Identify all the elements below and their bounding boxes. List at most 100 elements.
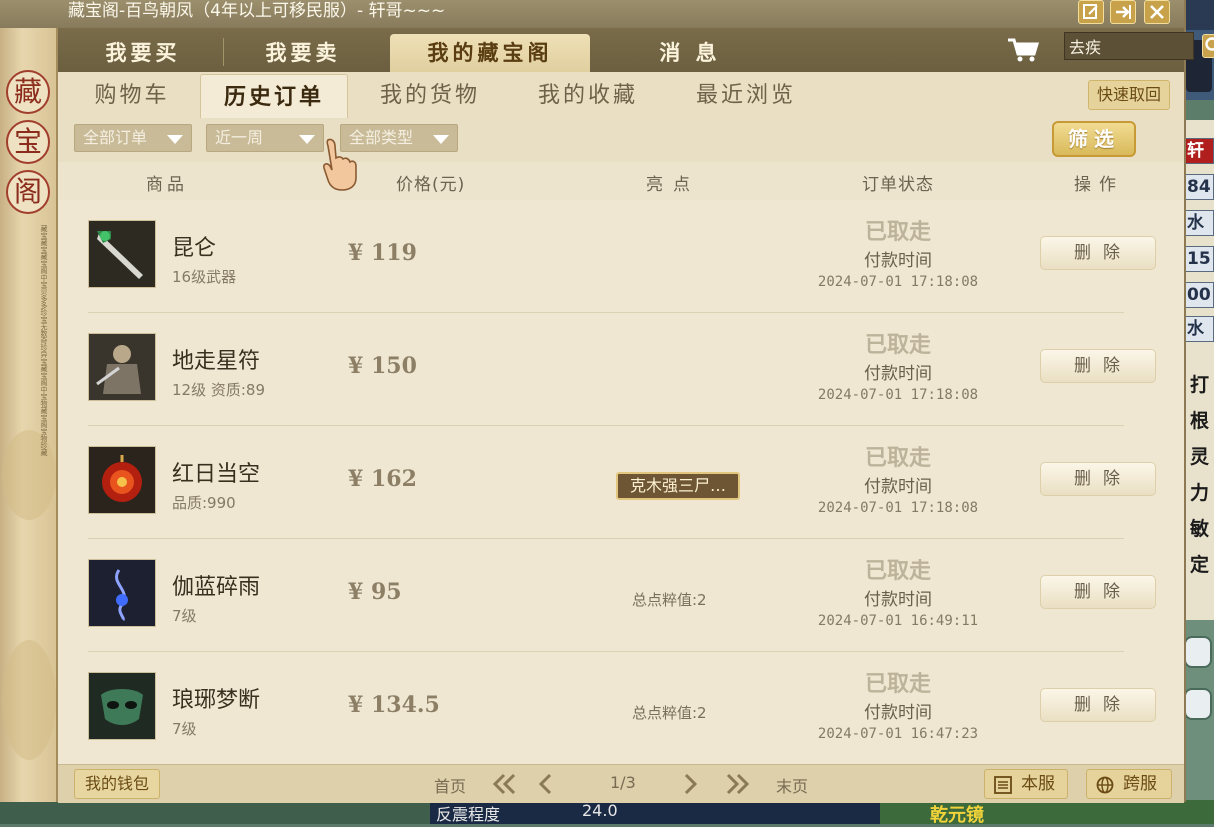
column-header-action: 操作 xyxy=(1074,170,1124,195)
game-stat-chip: 水 xyxy=(1184,316,1214,342)
game-attr-label: 反震程度 xyxy=(436,801,500,825)
column-header-highlight: 亮点 xyxy=(646,170,700,195)
side-char: 阁 xyxy=(6,170,50,214)
game-stat-chip: 84 xyxy=(1184,174,1214,200)
last-page-link[interactable]: 末页 xyxy=(776,773,808,797)
filter-button[interactable]: 筛选 xyxy=(1052,121,1136,157)
side-decoration xyxy=(2,640,56,760)
exit-icon[interactable] xyxy=(1110,0,1136,24)
paid-time-value: 2024-07-01 17:18:08 xyxy=(798,387,998,403)
game-vertical-char: 灵 xyxy=(1190,442,1209,469)
item-thumbnail-sun[interactable] xyxy=(88,446,156,514)
tab-divider xyxy=(223,38,224,66)
my-wallet-button[interactable]: 我的钱包 xyxy=(74,769,160,799)
table-row: 昆仑 16级武器 ¥ 119 已取走 付款时间 2024-07-01 17:18… xyxy=(58,200,1184,313)
paid-time-label: 付款时间 xyxy=(818,585,978,610)
footer-bar: 我的钱包 首页 1/3 末页 本服 跨服 xyxy=(58,764,1184,803)
game-stat-chip: 轩 xyxy=(1184,138,1214,164)
delete-button[interactable]: 删除 xyxy=(1040,236,1156,270)
chevron-down-icon xyxy=(433,135,449,144)
game-vertical-char: 敏 xyxy=(1190,514,1209,541)
game-item-name: 乾元镜 xyxy=(930,801,984,827)
delete-button[interactable]: 删除 xyxy=(1040,462,1156,496)
table-row: 伽蓝碎雨 7级 ¥ 95 总点粹值:2 已取走 付款时间 2024-07-01 … xyxy=(58,539,1184,652)
side-char: 宝 xyxy=(6,120,50,164)
item-price: ¥ 162 xyxy=(348,466,417,492)
search-icon[interactable] xyxy=(1202,34,1214,58)
order-status: 已取走 xyxy=(818,214,978,246)
paid-time-label: 付款时间 xyxy=(818,698,978,723)
order-status: 已取走 xyxy=(818,440,978,472)
item-name: 红日当空 xyxy=(172,456,260,488)
game-round-button[interactable] xyxy=(1184,688,1212,720)
table-header: 商品 价格(元) 亮点 订单状态 操作 xyxy=(58,162,1184,200)
tab-my-pavilion[interactable]: 我的藏宝阁 xyxy=(390,34,590,72)
edit-icon[interactable] xyxy=(1078,0,1104,24)
item-thumbnail-spirit[interactable] xyxy=(88,559,156,627)
paid-time-value: 2024-07-01 17:18:08 xyxy=(798,500,998,516)
tab-my-goods[interactable]: 我的货物 xyxy=(356,74,504,118)
column-header-item: 商品 xyxy=(146,170,188,195)
tab-buy[interactable]: 我要买 xyxy=(68,34,218,72)
chevron-right-icon[interactable] xyxy=(680,771,700,797)
item-thumbnail-warrior[interactable] xyxy=(88,333,156,401)
table-row: 琅琊梦断 7级 ¥ 134.5 总点粹值:2 已取走 付款时间 2024-07-… xyxy=(58,652,1184,765)
period-filter-value: 近一周 xyxy=(215,128,263,147)
game-stat-chip: 水 xyxy=(1184,210,1214,236)
item-description: 7级 xyxy=(172,718,197,739)
item-thumbnail-sword[interactable] xyxy=(88,220,156,288)
double-chevron-right-icon[interactable] xyxy=(724,771,752,797)
item-description: 品质:990 xyxy=(172,492,236,513)
first-page-link[interactable]: 首页 xyxy=(434,773,466,797)
paid-time-value: 2024-07-01 17:18:08 xyxy=(798,274,998,290)
game-round-button[interactable] xyxy=(1184,636,1212,668)
item-description: 12级 资质:89 xyxy=(172,379,265,400)
tab-recently-viewed[interactable]: 最近浏览 xyxy=(672,74,820,118)
paid-time-label: 付款时间 xyxy=(818,472,978,497)
cross-server-button[interactable]: 跨服 xyxy=(1086,769,1172,799)
search-input[interactable] xyxy=(1064,32,1194,60)
side-poem: 藏宝藏宝藏宝阁中宝贝多多珍宝无数奇珍异宝藏宝阁中宝物藏宝阁宝物珍藏 xyxy=(9,225,49,475)
tab-messages[interactable]: 消 息 xyxy=(600,34,780,72)
game-vertical-char: 定 xyxy=(1190,550,1209,577)
table-row: 地走星符 12级 资质:89 ¥ 150 已取走 付款时间 2024-07-01… xyxy=(58,313,1184,426)
close-icon[interactable] xyxy=(1144,0,1170,24)
server-list-icon xyxy=(993,776,1013,794)
highlight-tag[interactable]: 克木强三尸… xyxy=(616,472,740,500)
main-tab-bar: 我要买 我要卖 我的藏宝阁 消 息 xyxy=(58,28,1184,72)
tab-order-history[interactable]: 历史订单 xyxy=(200,74,348,118)
chevron-down-icon xyxy=(299,135,315,144)
delete-button[interactable]: 删除 xyxy=(1040,688,1156,722)
tab-shopping-cart[interactable]: 购物车 xyxy=(58,74,206,118)
column-header-status: 订单状态 xyxy=(862,170,934,195)
delete-button[interactable]: 删除 xyxy=(1040,349,1156,383)
game-vertical-char: 打 xyxy=(1190,370,1209,397)
side-char: 藏 xyxy=(6,70,50,114)
game-vertical-char: 力 xyxy=(1190,478,1209,505)
period-filter-dropdown[interactable]: 近一周 xyxy=(206,124,324,152)
item-price: ¥ 119 xyxy=(348,240,417,266)
column-header-price: 价格(元) xyxy=(396,170,465,195)
highlight-text: 总点粹值:2 xyxy=(632,589,707,610)
quick-retrieve-button[interactable]: 快速取回 xyxy=(1088,80,1170,110)
shopping-cart-icon[interactable] xyxy=(1006,36,1040,64)
delete-button[interactable]: 删除 xyxy=(1040,575,1156,609)
item-name: 伽蓝碎雨 xyxy=(172,569,260,601)
tab-sell[interactable]: 我要卖 xyxy=(228,34,378,72)
chevron-left-icon[interactable] xyxy=(536,771,556,797)
this-server-button[interactable]: 本服 xyxy=(984,769,1068,799)
game-background-right: 轩 84 水 15 00 水 打 根 灵 力 敏 定 xyxy=(1184,0,1214,824)
chevron-down-icon xyxy=(167,135,183,144)
item-description: 16级武器 xyxy=(172,266,236,287)
tab-my-favorites[interactable]: 我的收藏 xyxy=(514,74,662,118)
double-chevron-left-icon[interactable] xyxy=(490,771,518,797)
order-status: 已取走 xyxy=(818,553,978,585)
item-name: 昆仑 xyxy=(172,230,216,262)
paid-time-value: 2024-07-01 16:49:11 xyxy=(798,613,998,629)
item-thumbnail-mask[interactable] xyxy=(88,672,156,740)
item-price: ¥ 134.5 xyxy=(348,692,440,718)
item-name: 琅琊梦断 xyxy=(172,682,260,714)
game-stat-chip: 15 xyxy=(1184,246,1214,272)
order-status: 已取走 xyxy=(818,327,978,359)
order-filter-dropdown[interactable]: 全部订单 xyxy=(74,124,192,152)
